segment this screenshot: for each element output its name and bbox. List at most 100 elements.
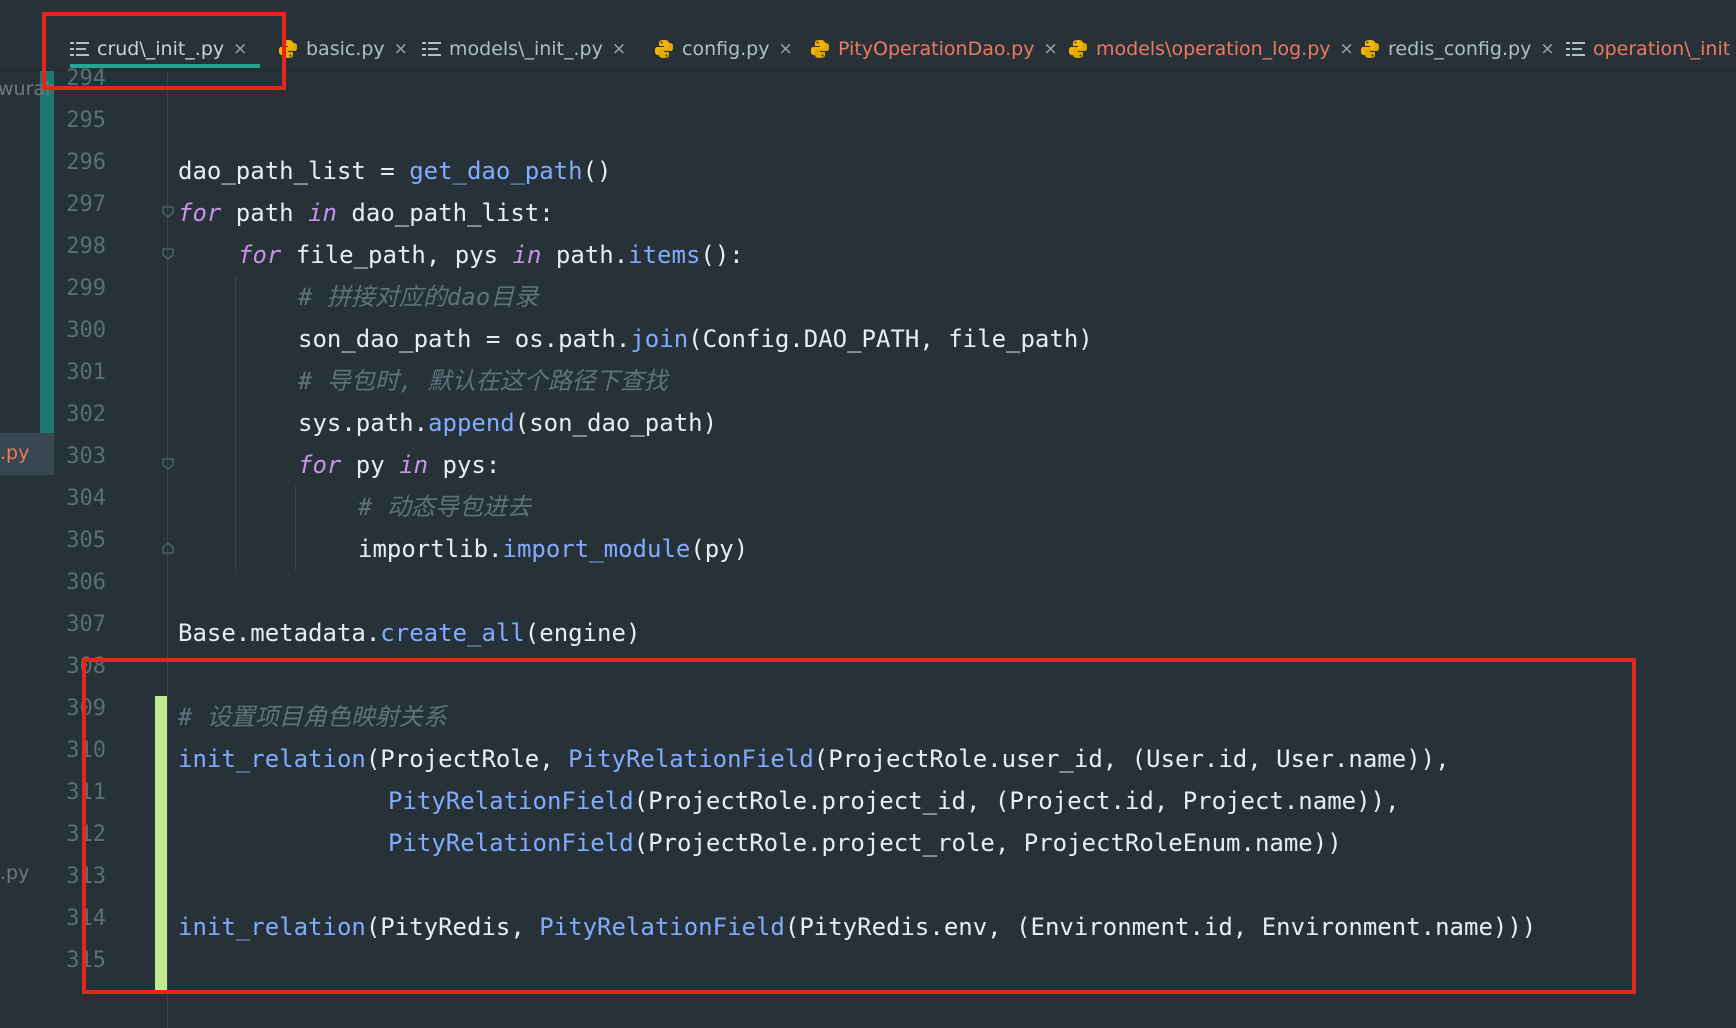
- code-token: path.: [541, 241, 629, 269]
- line-number: 314: [66, 906, 106, 931]
- list-icon: [1566, 42, 1585, 56]
- close-icon[interactable]: ×: [394, 39, 408, 59]
- panel-item[interactable]: .py: [0, 862, 29, 884]
- code-token: create_all: [380, 619, 525, 647]
- code-token: for: [238, 241, 282, 269]
- code-token: file_path, pys: [281, 241, 513, 269]
- line-number: 309: [66, 696, 106, 721]
- line-number: 313: [66, 864, 106, 889]
- code-token: PityRelationField: [388, 787, 634, 815]
- line-number: 315: [66, 948, 106, 973]
- line-number: 303: [66, 444, 106, 469]
- code-token: items: [628, 241, 701, 269]
- tab-pity-operation-dao[interactable]: PityOperationDao.py ×: [810, 28, 1058, 70]
- panel-item[interactable]: wurah: [0, 78, 54, 100]
- line-number-gutter: 294 295 296 297 298 299 300 301 302 303 …: [54, 66, 164, 1028]
- close-icon[interactable]: ×: [612, 39, 626, 59]
- close-icon[interactable]: ×: [779, 39, 793, 59]
- code-line[interactable]: Base.metadata.create_all(engine): [178, 612, 640, 654]
- code-line[interactable]: init_relation(PityRedis, PityRelationFie…: [178, 906, 1536, 948]
- line-number: 306: [66, 570, 106, 595]
- vcs-change-bar: [155, 696, 167, 990]
- line-number: 296: [66, 150, 106, 175]
- code-comment[interactable]: # 动态导包进去: [358, 486, 531, 528]
- tab-models-operation-log[interactable]: models\operation_log.py ×: [1068, 28, 1354, 70]
- close-icon[interactable]: ×: [1540, 39, 1554, 59]
- code-token: join: [630, 325, 689, 353]
- line-number: 295: [66, 108, 106, 133]
- code-token: for: [298, 451, 342, 479]
- editor-tab-bar: crud\_init_.py × basic.py × models\_init…: [0, 28, 1736, 71]
- fold-icon[interactable]: [162, 248, 174, 260]
- code-token: ():: [700, 241, 744, 269]
- line-number: 299: [66, 276, 106, 301]
- code-token: pys:: [428, 451, 501, 479]
- python-icon: [654, 39, 674, 59]
- code-token: path: [221, 199, 309, 227]
- list-icon: [70, 42, 89, 56]
- code-comment[interactable]: # 设置项目角色映射关系: [178, 696, 447, 738]
- close-icon[interactable]: ×: [1043, 39, 1057, 59]
- code-token: dao_path_list:: [336, 199, 554, 227]
- code-token: (son_dao_path): [514, 409, 718, 437]
- list-icon: [422, 42, 441, 56]
- code-token: Base.metadata.: [178, 619, 381, 647]
- code-token: append: [428, 409, 515, 437]
- fold-icon[interactable]: [162, 458, 174, 470]
- code-token: py: [341, 451, 400, 479]
- code-line[interactable]: dao_path_list = get_dao_path(): [178, 150, 611, 192]
- code-line[interactable]: sys.path.append(son_dao_path): [298, 402, 717, 444]
- code-comment[interactable]: # 导包时, 默认在这个路径下查找: [298, 360, 668, 402]
- close-icon[interactable]: ×: [1340, 39, 1354, 59]
- tab-models-init[interactable]: models\_init_.py ×: [422, 28, 626, 70]
- code-token: (engine): [524, 619, 641, 647]
- line-number: 311: [66, 780, 106, 805]
- tab-label: crud\_init_.py: [97, 38, 225, 60]
- top-strip: [0, 0, 1736, 28]
- code-token: init_relation: [178, 913, 366, 941]
- indent-guide: [235, 276, 236, 570]
- panel-scroll-marker: [40, 71, 54, 461]
- code-token: (PityRedis,: [365, 913, 540, 941]
- code-line[interactable]: for py in pys:: [298, 444, 500, 486]
- panel-item[interactable]: .py: [0, 442, 29, 464]
- code-comment[interactable]: # 拼接对应的dao目录: [298, 276, 538, 318]
- code-line[interactable]: son_dao_path = os.path.join(Config.DAO_P…: [298, 318, 1093, 360]
- indent-guide: [295, 486, 296, 570]
- tab-label: basic.py: [306, 38, 385, 60]
- code-token: importlib.: [358, 535, 503, 563]
- line-number: 305: [66, 528, 106, 553]
- close-icon[interactable]: ×: [233, 39, 247, 59]
- code-token: dao_path_list =: [178, 157, 410, 185]
- code-token: (): [582, 157, 612, 185]
- code-token: init_relation: [178, 745, 366, 773]
- code-token: (PityRedis.env, (Environment.id, Environ…: [784, 913, 1537, 941]
- tab-redis-config[interactable]: redis_config.py ×: [1360, 28, 1555, 70]
- code-token: (ProjectRole.project_role, ProjectRoleEn…: [633, 829, 1342, 857]
- tab-label: PityOperationDao.py: [838, 38, 1035, 60]
- code-line[interactable]: PityRelationField(ProjectRole.project_id…: [388, 780, 1399, 822]
- line-number: 308: [66, 654, 106, 679]
- line-number: 300: [66, 318, 106, 343]
- tab-basic[interactable]: basic.py ×: [278, 28, 408, 70]
- code-line[interactable]: PityRelationField(ProjectRole.project_ro…: [388, 822, 1342, 864]
- python-icon: [810, 39, 830, 59]
- code-token: in: [512, 241, 542, 269]
- fold-icon[interactable]: [162, 206, 174, 218]
- fold-end-icon[interactable]: [162, 542, 174, 554]
- python-icon: [1068, 39, 1088, 59]
- code-line[interactable]: importlib.import_module(py): [358, 528, 748, 570]
- python-icon: [278, 39, 298, 59]
- code-token: PityRelationField: [568, 745, 814, 773]
- code-token: get_dao_path: [409, 157, 583, 185]
- line-number: 294: [66, 66, 106, 91]
- project-panel: wurah .py .py: [0, 71, 54, 1028]
- code-line[interactable]: for file_path, pys in path.items():: [238, 234, 744, 276]
- tab-config[interactable]: config.py ×: [654, 28, 793, 70]
- code-token: in: [308, 199, 337, 227]
- tab-operation-init[interactable]: operation\_init: [1566, 28, 1730, 70]
- code-line[interactable]: for path in dao_path_list:: [178, 192, 554, 234]
- tab-label: config.py: [682, 38, 770, 60]
- code-line[interactable]: init_relation(ProjectRole, PityRelationF…: [178, 738, 1450, 780]
- code-token: (Config.DAO_PATH, file_path): [688, 325, 1093, 353]
